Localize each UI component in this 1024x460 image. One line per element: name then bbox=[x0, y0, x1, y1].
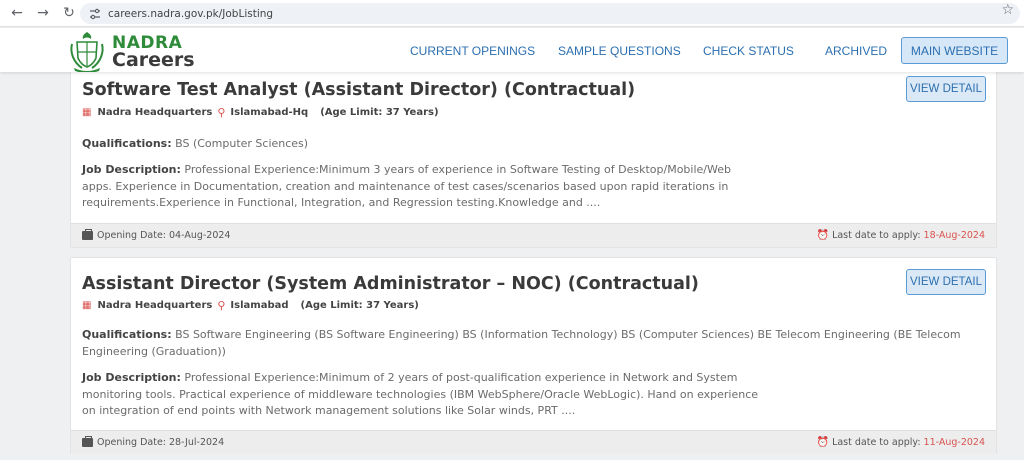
description-line: Professional Experience:Minimum of 2 yea… bbox=[184, 371, 738, 384]
description-line: on integration of end points with Networ… bbox=[82, 404, 576, 417]
job-card: Assistant Director (System Administrator… bbox=[70, 257, 997, 454]
location-name: Islamabad bbox=[230, 299, 289, 311]
last-date-value: 18-Aug-2024 bbox=[923, 230, 985, 241]
nadra-logo[interactable]: NADRA Careers bbox=[68, 30, 208, 72]
qualifications: Qualifications: BS (Computer Sciences) bbox=[82, 136, 308, 153]
last-date: ⏰ Last date to apply: 18-Aug-2024 bbox=[817, 230, 985, 241]
job-meta: ▦ Nadra Headquarters ⚲ Islamabad (Age Li… bbox=[82, 298, 419, 312]
job-card: Software Test Analyst (Assistant Directo… bbox=[70, 62, 997, 248]
last-date: ⏰ Last date to apply: 11-Aug-2024 bbox=[817, 437, 985, 448]
url-text[interactable]: careers.nadra.gov.pk/JobListing bbox=[108, 8, 273, 20]
description-label: Job Description: bbox=[82, 371, 181, 384]
last-date-label: Last date to apply: bbox=[832, 437, 921, 448]
job-title[interactable]: Software Test Analyst (Assistant Directo… bbox=[82, 80, 635, 100]
card-footer: Opening Date: 04-Aug-2024 ⏰ Last date to… bbox=[71, 223, 996, 247]
office-name: Nadra Headquarters bbox=[97, 299, 213, 311]
job-description: Job Description: Professional Experience… bbox=[82, 162, 731, 212]
forward-icon[interactable]: → bbox=[32, 2, 54, 24]
description-line: requirements.Experience in Functional, I… bbox=[82, 196, 601, 209]
location-pin-icon: ⚲ bbox=[217, 298, 226, 312]
alarm-clock-icon: ⏰ bbox=[816, 230, 830, 241]
view-detail-button[interactable]: VIEW DETAIL bbox=[906, 269, 986, 295]
nav-archived[interactable]: ARCHIVED bbox=[825, 44, 887, 58]
view-detail-button[interactable]: VIEW DETAIL bbox=[906, 76, 986, 102]
qualifications-label: Qualifications: bbox=[82, 137, 172, 150]
card-footer: Opening Date: 28-Jul-2024 ⏰ Last date to… bbox=[71, 430, 996, 454]
opening-date: Opening Date: 04-Aug-2024 bbox=[82, 229, 231, 241]
briefcase-icon bbox=[82, 436, 93, 447]
qualifications: Qualifications: BS Software Engineering … bbox=[82, 327, 961, 360]
nav-check-status[interactable]: CHECK STATUS bbox=[703, 44, 794, 58]
building-icon: ▦ bbox=[82, 299, 92, 311]
opening-date: Opening Date: 28-Jul-2024 bbox=[82, 436, 225, 448]
qualifications-label: Qualifications: bbox=[82, 328, 172, 341]
alarm-clock-icon: ⏰ bbox=[816, 437, 830, 448]
last-date-label: Last date to apply: bbox=[832, 230, 921, 241]
browser-toolbar: ← → ↻ careers.nadra.gov.pk/JobListing ☆ bbox=[0, 0, 1024, 27]
age-limit: (Age Limit: 37 Years) bbox=[320, 106, 439, 118]
nav-current-openings[interactable]: CURRENT OPENINGS bbox=[410, 44, 535, 58]
last-date-value: 11-Aug-2024 bbox=[923, 437, 985, 448]
location-pin-icon: ⚲ bbox=[217, 105, 226, 119]
back-icon[interactable]: ← bbox=[6, 2, 28, 24]
description-line: Professional Experience:Minimum 3 years … bbox=[184, 163, 731, 176]
briefcase-icon bbox=[82, 229, 93, 240]
age-limit: (Age Limit: 37 Years) bbox=[300, 299, 419, 311]
bookmark-star-icon[interactable]: ☆ bbox=[1001, 2, 1014, 18]
description-label: Job Description: bbox=[82, 163, 181, 176]
opening-date-text: Opening Date: 28-Jul-2024 bbox=[97, 437, 225, 448]
site-info-icon[interactable] bbox=[87, 6, 103, 22]
site-header: NADRA Careers CURRENT OPENINGS SAMPLE QU… bbox=[0, 28, 1024, 72]
opening-date-text: Opening Date: 04-Aug-2024 bbox=[97, 230, 231, 241]
state-emblem-icon bbox=[70, 32, 104, 72]
qualifications-line: BS Software Engineering (BS Software Eng… bbox=[175, 328, 961, 341]
office-name: Nadra Headquarters bbox=[97, 106, 213, 118]
reload-icon[interactable]: ↻ bbox=[58, 2, 80, 24]
qualifications-line: Engineering (Graduation)) bbox=[82, 344, 226, 358]
main-website-button[interactable]: MAIN WEBSITE bbox=[901, 37, 1008, 64]
job-description: Job Description: Professional Experience… bbox=[82, 370, 758, 420]
logo-careers-text: Careers bbox=[112, 49, 195, 71]
nav-sample-questions[interactable]: SAMPLE QUESTIONS bbox=[558, 44, 681, 58]
description-line: apps. Experience in Documentation, creat… bbox=[82, 179, 729, 193]
job-title[interactable]: Assistant Director (System Administrator… bbox=[82, 274, 699, 294]
qualifications-text: BS (Computer Sciences) bbox=[175, 137, 309, 150]
address-bar[interactable]: careers.nadra.gov.pk/JobListing bbox=[80, 3, 1020, 24]
building-icon: ▦ bbox=[82, 106, 92, 118]
description-line: monitoring tools. Practical experience o… bbox=[82, 387, 759, 401]
job-meta: ▦ Nadra Headquarters ⚲ Islamabad-Hq (Age… bbox=[82, 105, 439, 119]
location-name: Islamabad-Hq bbox=[230, 106, 309, 118]
